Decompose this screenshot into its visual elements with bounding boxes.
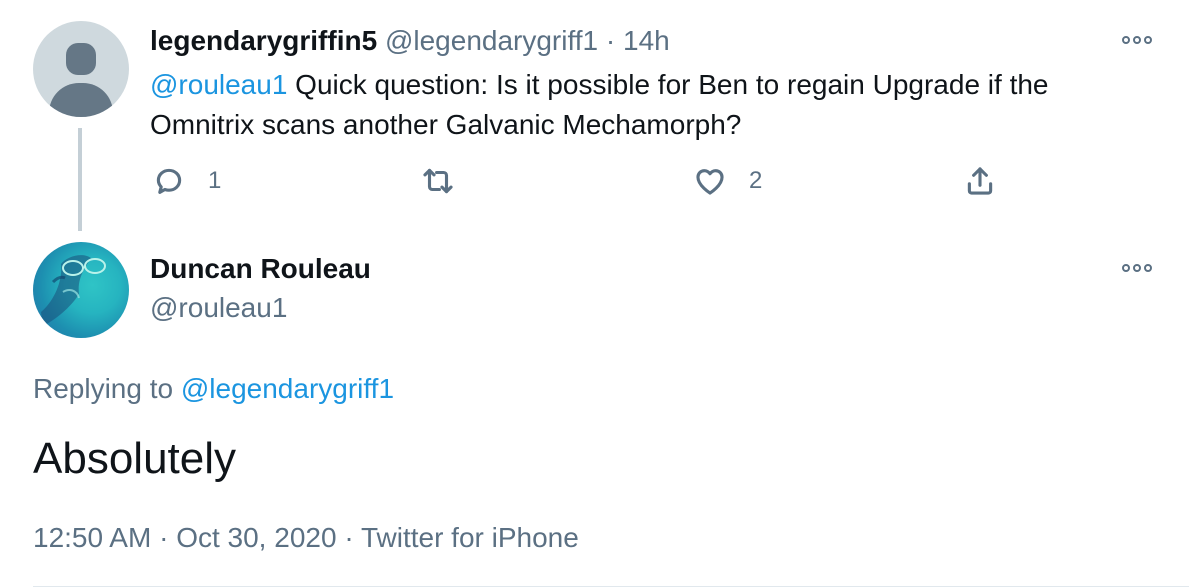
default-avatar-head-shape bbox=[66, 43, 96, 75]
parent-timestamp[interactable]: 14h bbox=[623, 25, 670, 56]
reply-tweet-text: Absolutely bbox=[33, 434, 237, 483]
thread-connector-line bbox=[78, 128, 82, 231]
like-count: 2 bbox=[749, 167, 763, 194]
more-icon[interactable] bbox=[1122, 261, 1156, 275]
avatar-illustration bbox=[41, 255, 106, 326]
tweet-date[interactable]: Oct 30, 2020 bbox=[176, 522, 336, 553]
meta-separator: · bbox=[159, 522, 169, 553]
parent-handle[interactable]: @legendarygriff1 bbox=[385, 25, 598, 56]
default-avatar-body-shape bbox=[49, 83, 113, 117]
replying-to-line: Replying to @legendarygriff1 bbox=[33, 373, 394, 405]
replying-to-handle-link[interactable]: @legendarygriff1 bbox=[181, 373, 394, 404]
tweet-metadata: 12:50 AM · Oct 30, 2020 · Twitter for iP… bbox=[33, 522, 579, 554]
more-icon[interactable] bbox=[1122, 33, 1156, 47]
avatar-legendarygriffin5[interactable] bbox=[33, 21, 129, 117]
avatar-duncan-rouleau[interactable] bbox=[33, 242, 129, 338]
divider bbox=[33, 586, 1189, 587]
tweet-time[interactable]: 12:50 AM bbox=[33, 522, 151, 553]
reply-display-name[interactable]: Duncan Rouleau bbox=[150, 253, 371, 285]
tweet-source[interactable]: Twitter for iPhone bbox=[361, 522, 579, 553]
like-icon bbox=[696, 169, 724, 195]
reply-icon bbox=[156, 168, 182, 194]
reply-count: 1 bbox=[208, 167, 222, 194]
replying-to-label: Replying to bbox=[33, 373, 181, 404]
mention-link[interactable]: @rouleau1 bbox=[150, 69, 287, 100]
reply-handle[interactable]: @rouleau1 bbox=[150, 292, 287, 324]
parent-display-name[interactable]: legendarygriffin5 bbox=[150, 25, 377, 56]
retweet-button[interactable] bbox=[421, 164, 455, 198]
header-separator: · bbox=[605, 25, 616, 56]
parent-tweet-header: legendarygriffin5 @legendarygriff1 · 14h bbox=[150, 25, 670, 57]
retweet-icon bbox=[423, 168, 453, 194]
like-button[interactable]: 2 bbox=[693, 164, 762, 198]
share-icon bbox=[967, 167, 993, 195]
reply-button[interactable]: 1 bbox=[152, 164, 221, 198]
parent-tweet-text: @rouleau1 Quick question: Is it possible… bbox=[150, 65, 1140, 145]
meta-separator: · bbox=[344, 522, 354, 553]
share-button[interactable] bbox=[963, 164, 997, 198]
